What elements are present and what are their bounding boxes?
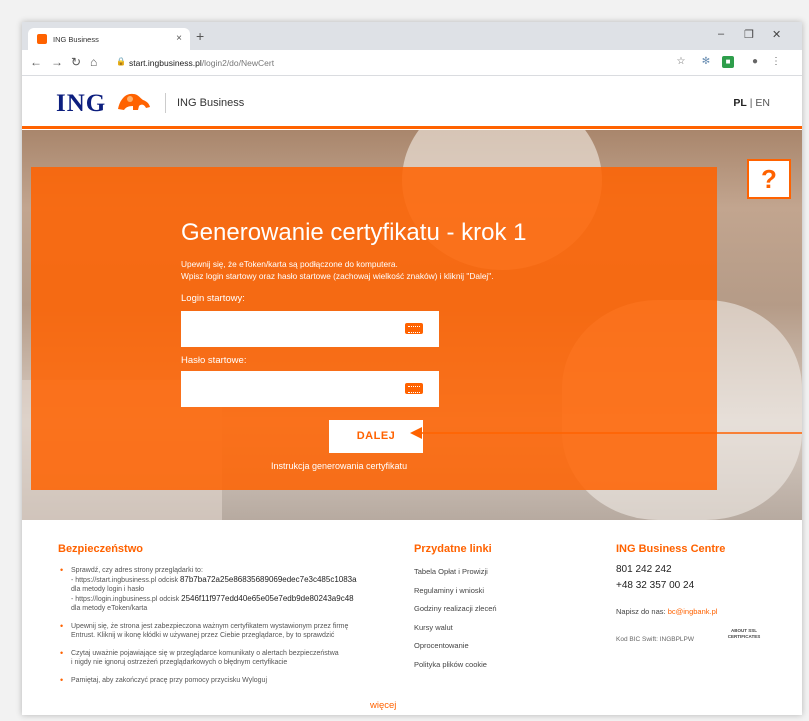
lock-icon[interactable]: 🔒 bbox=[116, 57, 126, 66]
home-icon[interactable]: ⌂ bbox=[90, 55, 97, 69]
app-name: ING Business bbox=[177, 97, 245, 109]
ing-logo-text[interactable]: ING bbox=[56, 90, 106, 118]
item2-line2: Entrust. Kliknij w ikonę kłódki w używan… bbox=[71, 632, 335, 639]
ssl-badge[interactable]: ABOUT SSL CERTIFICATES bbox=[725, 628, 763, 640]
lang-separator: | bbox=[749, 97, 753, 109]
instructions-link[interactable]: Instrukcja generowania certyfikatu bbox=[271, 461, 407, 471]
link-fees[interactable]: Tabela Opłat i Prowizji bbox=[414, 567, 497, 586]
phone-number-2: +48 32 357 00 24 bbox=[616, 580, 695, 591]
login-field[interactable] bbox=[181, 311, 439, 347]
list-item: Sprawdź, czy adres strony przeglądarki t… bbox=[58, 566, 398, 613]
bookmark-star-icon[interactable]: ☆ bbox=[675, 56, 687, 68]
site-header: ING ING Business PL | EN bbox=[22, 77, 802, 129]
list-item: Pamiętaj, aby zakończyć pracę przy pomoc… bbox=[58, 676, 398, 685]
restore-icon[interactable]: ❐ bbox=[744, 28, 754, 41]
menu-kebab-icon[interactable]: ⋮ bbox=[770, 56, 782, 68]
new-tab-button[interactable]: + bbox=[196, 28, 204, 44]
useful-links-title: Przydatne linki bbox=[414, 543, 492, 555]
language-switcher: PL | EN bbox=[733, 97, 770, 109]
keyboard-icon[interactable] bbox=[405, 383, 423, 394]
url1-text: - https://start.ingbusiness.pl odcisk bbox=[71, 577, 178, 584]
ing-favicon-icon bbox=[37, 34, 47, 44]
link-hours[interactable]: Godziny realizacji zleceń bbox=[414, 604, 497, 623]
security-url2: - https://login.ingbusiness.pl odcisk 25… bbox=[71, 594, 398, 604]
security-list: Sprawdź, czy adres strony przeglądarki t… bbox=[58, 566, 398, 694]
mail-label: Napisz do nas: bbox=[616, 607, 666, 616]
link-rates[interactable]: Kursy walut bbox=[414, 623, 497, 642]
business-centre-title: ING Business Centre bbox=[616, 543, 726, 555]
list-item: Upewnij się, że strona jest zabezpieczon… bbox=[58, 622, 398, 640]
tab-close-icon[interactable]: × bbox=[176, 33, 182, 44]
link-regulations[interactable]: Regulaminy i wnioski bbox=[414, 586, 497, 605]
extension-green-icon[interactable]: ■ bbox=[722, 56, 734, 68]
reload-icon[interactable]: ↻ bbox=[71, 55, 81, 69]
lang-pl-link[interactable]: PL bbox=[733, 97, 746, 109]
list-item: Czytaj uważnie pojawiające się w przeglą… bbox=[58, 649, 398, 667]
close-window-icon[interactable]: ✕ bbox=[772, 28, 781, 41]
url-input[interactable]: 🔒 start.ingbusiness.pl/login2/do/NewCert bbox=[112, 54, 672, 72]
item3-line1: Czytaj uważnie pojawiające się w przeglą… bbox=[71, 650, 339, 657]
url-text: start.ingbusiness.pl/login2/do/NewCert bbox=[129, 58, 275, 68]
useful-links-list: Tabela Opłat i Prowizji Regulaminy i wni… bbox=[414, 567, 497, 678]
hash1-text: 87b7ba72a25e86835689069edec7e3c485c1083a bbox=[179, 575, 357, 584]
hero-section: Generowanie certyfikatu - krok 1 Upewnij… bbox=[22, 130, 802, 520]
keyboard-icon[interactable] bbox=[405, 323, 423, 334]
help-button[interactable]: ? bbox=[747, 159, 791, 199]
security-check-intro: Sprawdź, czy adres strony przeglądarki t… bbox=[71, 567, 203, 574]
item2-line1: Upewnij się, że strona jest zabezpieczon… bbox=[71, 623, 349, 630]
tab-strip: ING Business × + – ❐ ✕ bbox=[22, 22, 802, 50]
form-hint-line2: Wpisz login startowy oraz hasło startowe… bbox=[181, 271, 494, 281]
address-bar: ← → ↻ ⌂ 🔒 start.ingbusiness.pl/login2/do… bbox=[22, 50, 802, 76]
url2-note: dla metody eToken/karta bbox=[71, 605, 148, 612]
profile-icon[interactable]: ● bbox=[749, 56, 761, 68]
more-link[interactable]: więcej bbox=[370, 700, 396, 711]
annotation-arrow-icon bbox=[410, 427, 802, 439]
hash2-text: 2546f11f977edd40e65e05e7edb9de80243a9c48 bbox=[181, 594, 354, 603]
item3-line2: i nigdy nie ignoruj ostrzeżeń przeglądar… bbox=[71, 659, 288, 666]
site-footer: Bezpieczeństwo Sprawdź, czy adres strony… bbox=[22, 522, 802, 715]
password-field[interactable] bbox=[181, 371, 439, 407]
back-icon[interactable]: ← bbox=[30, 55, 42, 69]
tab-ing-business[interactable]: ING Business × bbox=[28, 28, 190, 50]
url2-text: - https://login.ingbusiness.pl odcisk bbox=[71, 596, 180, 603]
mail-link[interactable]: bc@ingbank.pl bbox=[668, 607, 718, 616]
phone-number-1: 801 242 242 bbox=[616, 564, 672, 575]
form-hint-line1: Upewnij się, że eToken/karta są podłączo… bbox=[181, 259, 398, 269]
contact-email: Napisz do nas: bc@ingbank.pl bbox=[616, 607, 717, 616]
link-interest[interactable]: Oprocentowanie bbox=[414, 641, 497, 660]
form-title: Generowanie certyfikatu - krok 1 bbox=[181, 219, 527, 246]
login-label: Login startowy: bbox=[181, 293, 245, 304]
browser-window: ING Business × + – ❐ ✕ ← → ↻ ⌂ 🔒 start.i… bbox=[22, 22, 802, 715]
minimize-icon[interactable]: – bbox=[718, 28, 724, 40]
tab-title: ING Business bbox=[53, 35, 99, 44]
header-divider bbox=[165, 93, 166, 113]
link-cookies[interactable]: Polityka plików cookie bbox=[414, 660, 497, 679]
security-title: Bezpieczeństwo bbox=[58, 543, 143, 555]
ing-lion-icon bbox=[118, 93, 150, 110]
forward-icon[interactable]: → bbox=[51, 55, 63, 69]
lang-en-link[interactable]: EN bbox=[755, 97, 770, 109]
security-url1: - https://start.ingbusiness.pl odcisk 87… bbox=[71, 575, 398, 585]
url1-note: dla metody login i hasło bbox=[71, 586, 145, 593]
swift-code: Kod BIC Swift: INGBPLPW bbox=[616, 636, 695, 643]
password-label: Hasło startowe: bbox=[181, 355, 247, 366]
extension-icon[interactable]: ✻ bbox=[700, 56, 712, 68]
